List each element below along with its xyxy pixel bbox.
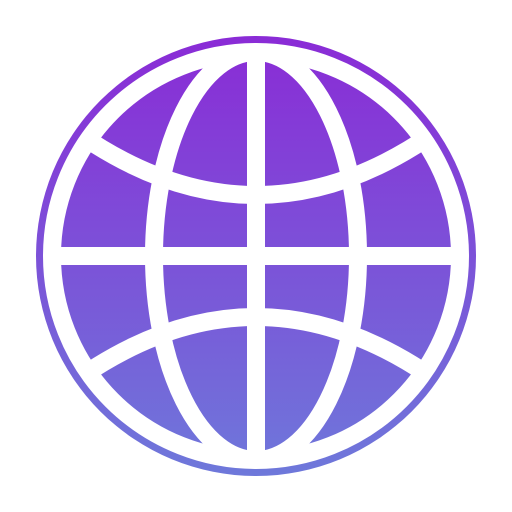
app-icon-canvas bbox=[0, 0, 512, 512]
globe-icon bbox=[36, 36, 476, 476]
